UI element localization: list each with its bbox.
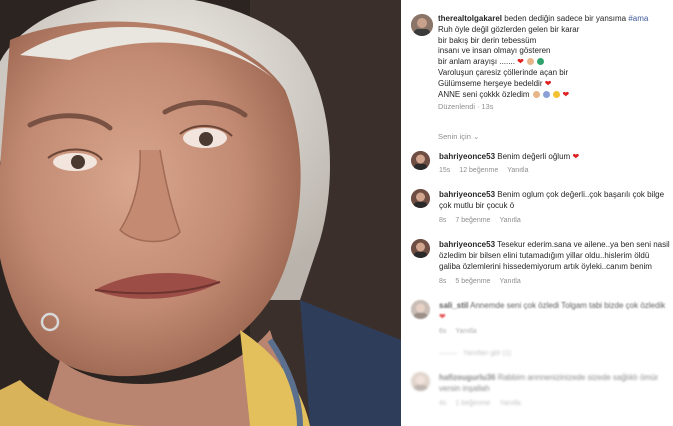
post-photo[interactable]: [0, 0, 401, 426]
reply-button[interactable]: Yanıtla: [455, 328, 476, 335]
comment-time: 15s: [439, 167, 451, 174]
view-replies-button[interactable]: Yanıtları gör (1): [439, 350, 511, 357]
comment-likes[interactable]: 12 beğenme: [459, 167, 498, 174]
caption-line: Ruh öyle değil gözlerden gelen bir karar: [438, 24, 580, 34]
commenter-username[interactable]: hafizeugurlu36: [439, 373, 495, 382]
comment-text: Benim değerli oğlum: [497, 152, 571, 161]
caption-line: insanı ve insan olmayı gösteren: [438, 46, 551, 56]
commenter-avatar[interactable]: [411, 189, 430, 208]
globe-emoji: [537, 58, 545, 66]
commenter-username[interactable]: bahriyeonce53: [439, 190, 495, 199]
red-heart-emoji: ❤: [439, 312, 446, 321]
commenter-avatar[interactable]: [411, 151, 430, 170]
divider: [439, 353, 457, 354]
author-username[interactable]: therealtolgakarel: [438, 14, 502, 23]
comment-time: 8s: [439, 278, 447, 285]
commenter-avatar[interactable]: [411, 239, 430, 258]
smile-emoji: [553, 90, 561, 98]
red-heart-emoji: ❤: [544, 78, 552, 88]
comment-time: 6s: [439, 328, 447, 335]
red-heart-emoji: ❤: [517, 57, 524, 67]
pray-emoji: [543, 90, 551, 98]
edited-timestamp: Düzenlendi · 13s: [438, 102, 494, 112]
portrait-image: [0, 0, 401, 426]
reply-button[interactable]: Yanıtla: [499, 278, 520, 285]
commenter-username[interactable]: bahriyeonce53: [439, 240, 495, 249]
comment-likes[interactable]: 7 beğenme: [455, 217, 490, 224]
reply-button[interactable]: Yanıtla: [507, 167, 528, 174]
author-avatar[interactable]: [411, 14, 433, 36]
caption-line: Gülümseme herşeye bedeldir: [438, 78, 543, 88]
comment-text: Annemde seni çok özledi Tolgam tabi bizd…: [470, 301, 666, 310]
caption-line: ANNE seni çokkk özledim: [438, 89, 530, 99]
comments-panel: therealtolgakarel beden dediğin sadece b…: [401, 0, 673, 426]
hashtag-link[interactable]: #ama: [628, 14, 648, 23]
red-heart-emoji: ❤: [562, 89, 570, 99]
comment-time: 4s: [439, 400, 447, 407]
chevron-down-icon: ⌄: [473, 132, 480, 141]
see-translation-link[interactable]: Senin için ⌄: [438, 132, 479, 141]
commenter-avatar[interactable]: [411, 300, 430, 319]
face-emoji: [527, 58, 535, 66]
caption-line: Varoluşun çaresiz çöllerinde açan bir: [438, 67, 569, 77]
red-heart-emoji: ❤: [572, 152, 580, 161]
comment-likes[interactable]: 1 beğenme: [455, 400, 490, 407]
caption-line: bir bakış bir derin tebessüm: [438, 35, 537, 45]
commenter-username[interactable]: sali_stil: [439, 301, 468, 310]
face-emoji: [532, 90, 540, 98]
caption-line: beden dediğin sadece bir yansıma: [504, 14, 627, 23]
caption-line: bir anlam arayışı .......: [438, 57, 515, 67]
commenter-avatar[interactable]: [411, 372, 430, 391]
comment-time: 8s: [439, 217, 447, 224]
reply-button[interactable]: Yanıtla: [499, 400, 520, 407]
reply-button[interactable]: Yanıtla: [499, 217, 520, 224]
comment-likes[interactable]: 5 beğenme: [455, 278, 490, 285]
commenter-username[interactable]: bahriyeonce53: [439, 152, 495, 161]
